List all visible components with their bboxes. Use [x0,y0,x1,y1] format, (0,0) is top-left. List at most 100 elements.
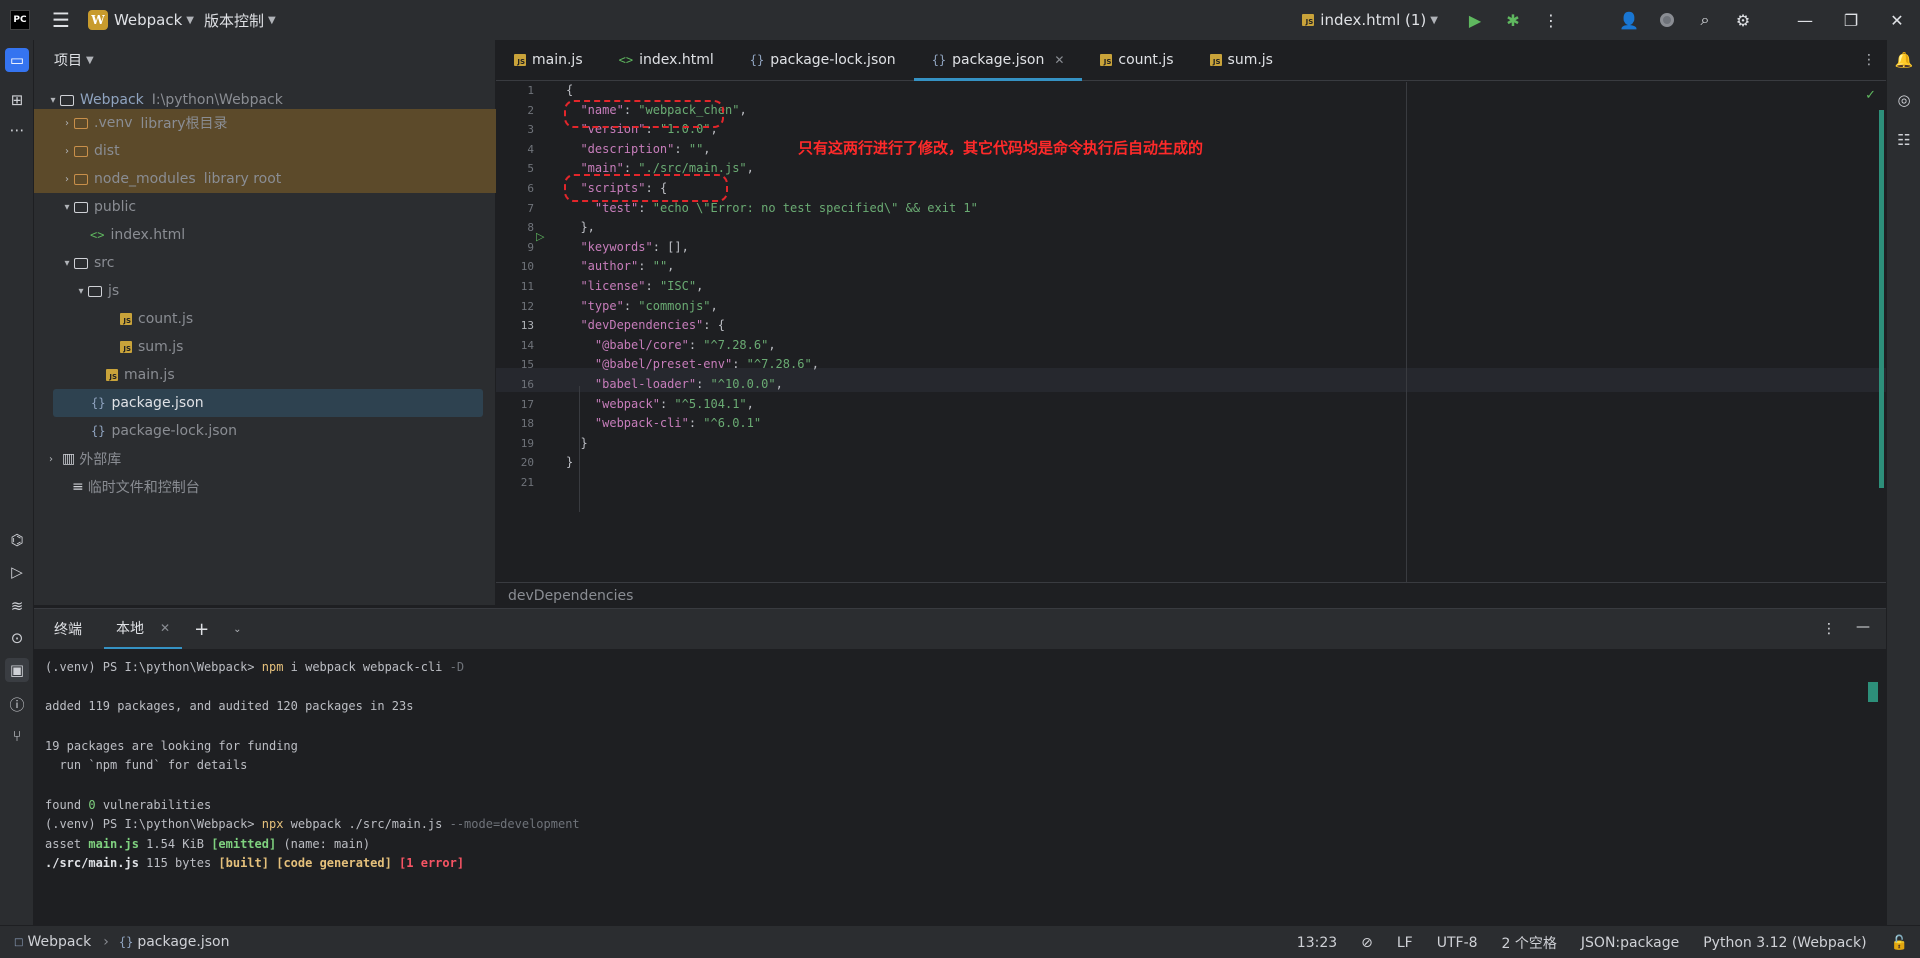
services-icon[interactable]: ⊙ [5,626,29,650]
new-terminal-icon[interactable]: + [182,609,221,649]
restore-window-icon[interactable]: ❐ [1828,0,1874,40]
tree-item-dist[interactable]: › dist [34,137,496,165]
close-tab-icon[interactable]: ✕ [1054,53,1064,67]
left-tool-strip: ▭ ⊞ ⋯ ⌬ ▷ ≋ ⊙ ▣ ⓘ ⑂ [0,40,34,925]
code-line: "keywords": [], [580,239,689,254]
tab-main-js[interactable]: JS main.js [496,40,601,80]
tab-count-js[interactable]: JS count.js [1082,40,1191,80]
tree-item-scratches[interactable]: ≡ 临时文件和控制台 [34,473,496,501]
settings-gear-icon[interactable]: ⚙ [1724,0,1762,40]
tree-label: dist [94,143,120,159]
tab-label: sum.js [1227,52,1273,68]
status-file[interactable]: package.json [133,934,241,950]
text: asset [45,837,89,851]
project-badge-icon: W [87,10,108,30]
tree-label: main.js [124,367,175,383]
ai-spiral-icon[interactable]: ◎ [1892,88,1916,112]
inspection-off-icon[interactable]: ⊘ [1349,935,1385,951]
tree-item-count-js[interactable]: JS count.js [34,305,496,333]
terminal-scrollbar-thumb[interactable] [1868,682,1878,702]
git-icon[interactable]: ⑂ [5,724,29,748]
line-number: 21 [520,476,534,489]
command-flag: --mode=development [449,817,580,831]
project-folder-icon[interactable]: ▭ [5,48,29,72]
terminal-icon[interactable]: ▣ [5,658,29,682]
scrollbar-thumb[interactable] [1879,110,1884,488]
caret-position[interactable]: 13:23 [1285,935,1349,951]
status-project[interactable]: Webpack [23,934,103,950]
hide-panel-icon[interactable]: — [1856,619,1870,635]
line-number: 19 [520,436,534,450]
run-script-gutter-icon[interactable]: ▷ [536,230,544,243]
close-tab-icon[interactable]: ✕ [160,621,170,635]
more-actions-icon[interactable]: ⋮ [1532,0,1570,40]
terminal-line: (.venv) PS I:\python\Webpack> npm i webp… [45,660,464,674]
command-flag: -D [449,660,465,674]
terminal-line: (.venv) PS I:\python\Webpack> npx webpac… [45,817,580,831]
project-status-icon: □ [14,936,24,948]
json-schema[interactable]: JSON:package [1569,935,1691,951]
tree-item-public[interactable]: ▾ public [34,193,496,221]
code-line: "devDependencies": { [580,318,725,333]
run-tool-icon[interactable]: ▷ [5,560,29,584]
tree-item-sum-js[interactable]: JS sum.js [34,333,496,361]
tree-item-node-modules[interactable]: › node_modules library root [34,165,496,193]
layers-icon[interactable]: ≋ [5,594,29,618]
tree-label: count.js [138,311,194,327]
more-tools-icon[interactable]: ⋯ [5,118,29,142]
tree-label: node_modules [94,171,196,187]
vcs-menu[interactable]: 版本控制 ▼ [204,10,276,31]
scratches-icon: ≡ [72,479,84,495]
tree-label: js [108,283,120,299]
tree-item-package-json[interactable]: {} package.json [53,389,483,417]
terminal-tab-local[interactable]: 本地 ✕ [104,609,183,649]
tree-label: .venv [94,115,133,131]
prompt: (.venv) PS I:\python\Webpack> [45,817,262,831]
terminal-options-icon[interactable]: ⋮ [1822,621,1836,637]
terminal-dropdown-chevron-icon[interactable]: ⌄ [221,609,253,649]
tab-package-json[interactable]: {} package.json ✕ [913,40,1083,81]
text: (name: main) [276,837,371,851]
file-encoding[interactable]: UTF-8 [1425,935,1490,951]
project-switcher[interactable]: Webpack ▼ [114,11,194,29]
problems-icon[interactable]: ⓘ [5,692,29,716]
debug-icon[interactable]: ✱ [1494,0,1532,40]
tab-index-html[interactable]: <> index.html [601,40,732,80]
python-console-icon[interactable]: ⌬ [5,528,29,552]
database-icon[interactable]: ☷ [1892,128,1916,152]
search-icon[interactable]: ⌕ [1686,0,1724,40]
tree-item-external-libraries[interactable]: › ▥ 外部库 [34,445,496,473]
tree-item-src[interactable]: ▾ src [34,249,496,277]
run-config-selector[interactable]: JS index.html (1) ▼ [1302,11,1438,29]
tree-item-venv[interactable]: › .venv library根目录 [34,109,496,137]
close-window-icon[interactable]: ✕ [1874,0,1920,40]
notifications-bell-icon[interactable]: 🔔 [1892,48,1916,72]
tab-overflow-menu-icon[interactable]: ⋮ [1862,52,1876,68]
tree-item-js[interactable]: ▾ js [34,277,496,305]
tree-label: 临时文件和控制台 [87,480,200,496]
line-separator[interactable]: LF [1385,935,1425,951]
tab-package-lock-json[interactable]: {} package-lock.json [732,40,914,80]
tab-sum-js[interactable]: JS sum.js [1192,40,1291,80]
line-number: 3 [527,123,534,137]
json-file-icon: {} [118,935,134,949]
indent-setting[interactable]: 2 个空格 [1490,933,1569,953]
tree-item-main-js[interactable]: JS main.js [34,361,496,389]
minimize-window-icon[interactable]: — [1782,0,1828,40]
code-editor[interactable]: ✓ ▷ 1 2 3 4 5 6 7 8 9 10 11 12 13 14 15 16 17 18 19 20 21 { … [496,82,1886,582]
project-panel-header[interactable]: 项目 ▼ [34,40,495,80]
structure-icon[interactable]: ⊞ [5,88,29,112]
main-menu-icon[interactable]: ☰ [52,8,70,32]
breadcrumb-item[interactable]: devDependencies [508,588,633,604]
readonly-toggle-icon[interactable]: 🔓 [1879,935,1920,951]
folder-icon [74,117,88,129]
tree-item-index-html[interactable]: <> index.html [34,221,496,249]
tree-item-package-lock-json[interactable]: {} package-lock.json [34,417,496,445]
folder-icon [74,257,88,269]
ai-assistant-icon[interactable] [1648,0,1686,40]
json-file-icon: {} [931,53,947,67]
add-user-icon[interactable]: 👤 [1610,0,1648,40]
run-icon[interactable]: ▶ [1456,0,1494,40]
python-interpreter[interactable]: Python 3.12 (Webpack) [1691,935,1878,951]
